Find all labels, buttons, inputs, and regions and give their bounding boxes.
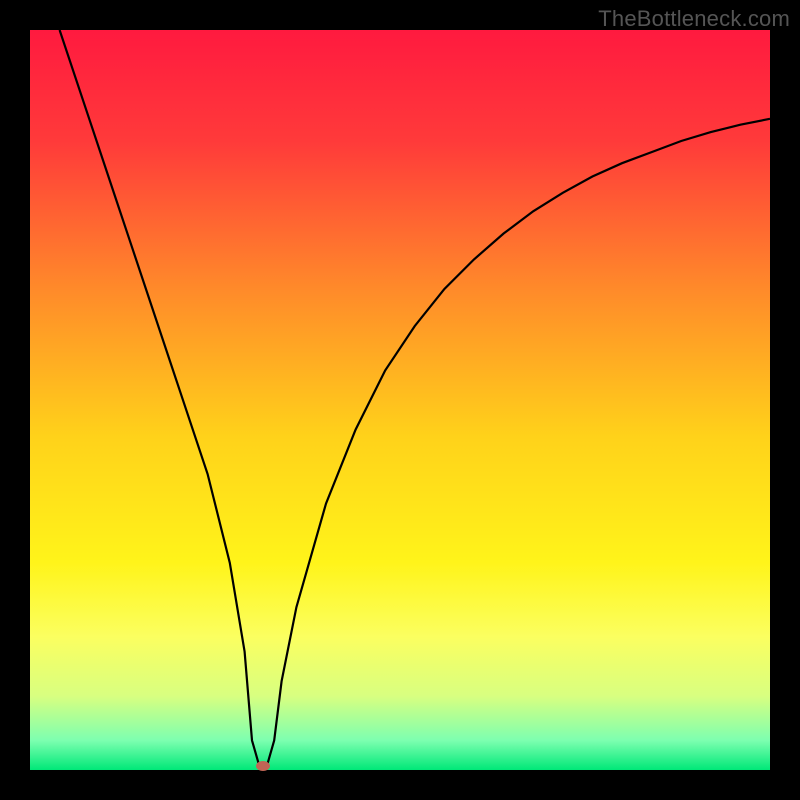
watermark-text: TheBottleneck.com — [598, 6, 790, 32]
plot-area — [30, 30, 770, 770]
chart-frame — [30, 30, 770, 770]
optimal-point-marker — [256, 761, 270, 771]
bottleneck-curve — [30, 30, 770, 770]
